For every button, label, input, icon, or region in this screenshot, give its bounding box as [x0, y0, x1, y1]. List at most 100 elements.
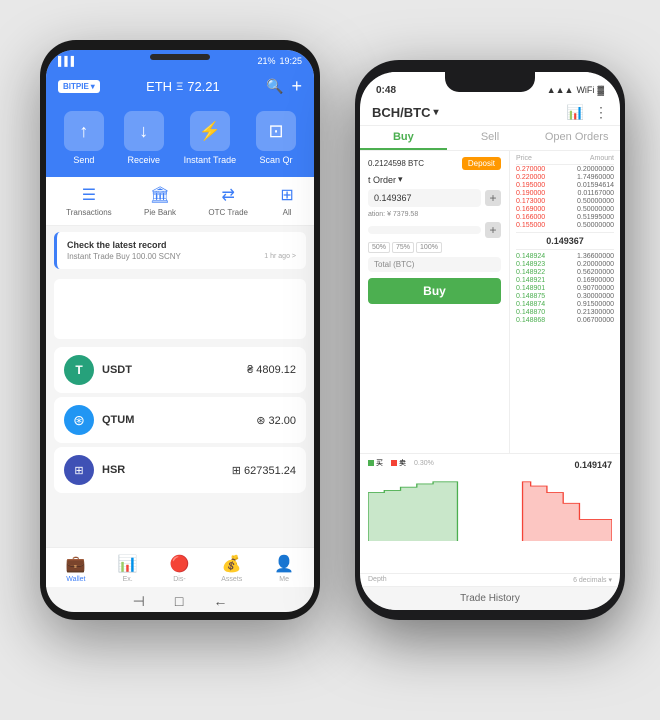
- chart-spread: 0.30%: [414, 460, 434, 467]
- me-nav-icon: 👤: [274, 554, 294, 574]
- pct-75-btn[interactable]: 75%: [392, 242, 414, 253]
- pair-text: BCH/BTC: [372, 105, 431, 120]
- all-action[interactable]: ⊞ All: [280, 185, 293, 217]
- total-row: Total (BTC): [368, 257, 501, 272]
- order-type-text: t Order: [368, 175, 396, 185]
- iphone-screen: 0:48 ▲▲▲ WiFi ▓ BCH/BTC ▾ 📊 ⋮: [360, 72, 620, 610]
- pct-100-btn[interactable]: 100%: [416, 242, 442, 253]
- send-label: Send: [73, 155, 94, 165]
- pie-bank-label: Pie Bank: [144, 208, 176, 217]
- deposit-button[interactable]: Deposit: [462, 157, 501, 170]
- transactions-action[interactable]: ☰ Transactions: [66, 185, 112, 217]
- android-status-bar: ▌▌▌ 21% 19:25: [46, 50, 314, 70]
- transactions-icon: ☰: [82, 185, 96, 205]
- pie-bank-action[interactable]: 🏛 Pie Bank: [144, 185, 176, 217]
- all-icon: ⊞: [280, 185, 293, 205]
- ob-buy-9: 0.148868 0.06700000: [516, 317, 614, 324]
- buy-dot: [368, 460, 374, 466]
- assets-nav-label: Assets: [221, 576, 242, 583]
- send-action[interactable]: ↑ Send: [64, 111, 104, 165]
- hsr-balance: ⊞ 627351.24: [232, 464, 296, 477]
- sell-dot: [391, 460, 397, 466]
- nav-me[interactable]: 👤 Me: [274, 554, 294, 583]
- notice-meta: Instant Trade Buy 100.00 SCNY 1 hr ago >: [67, 252, 296, 261]
- amount-plus-btn[interactable]: +: [485, 222, 501, 238]
- pair-arrow-icon: ▾: [434, 107, 439, 118]
- instant-trade-action[interactable]: ⚡ Instant Trade: [184, 111, 237, 165]
- legend-sell-label: 卖: [399, 458, 406, 468]
- home-button[interactable]: □: [175, 593, 183, 610]
- wallet-item-usdt[interactable]: T USDT ₴ 4809.12: [54, 347, 306, 393]
- tab-open-orders[interactable]: Open Orders: [533, 126, 620, 150]
- buy-button[interactable]: Buy: [368, 278, 501, 304]
- legend-buy-label: 买: [376, 458, 383, 468]
- wallet-item-qtum[interactable]: ⊛ QTUM ⊛ 32.00: [54, 397, 306, 443]
- order-type-arrow: ▾: [398, 174, 403, 185]
- depth-label: Depth: [368, 576, 387, 584]
- ob-buy-8: 0.148870 0.21300000: [516, 309, 614, 316]
- header-right: 🔍 +: [266, 76, 302, 97]
- pct-50-btn[interactable]: 50%: [368, 242, 390, 253]
- price-input[interactable]: 0.149367: [368, 189, 481, 207]
- usdt-icon: T: [64, 355, 94, 385]
- wallet-left-hsr: ⊞ HSR: [64, 455, 125, 485]
- depth-row[interactable]: Depth 6 decimals ▾: [360, 573, 620, 586]
- nav-assets[interactable]: 💰 Assets: [221, 554, 242, 583]
- nav-dis[interactable]: 🔴 Dis-: [169, 554, 189, 583]
- nav-ex[interactable]: 📊 Ex.: [118, 554, 138, 583]
- qtum-icon: ⊛: [64, 405, 94, 435]
- amount-input[interactable]: [368, 226, 481, 234]
- wallet-left-usdt: T USDT: [64, 355, 132, 385]
- ex-nav-icon: 📊: [118, 554, 138, 574]
- trading-pair[interactable]: BCH/BTC ▾: [372, 105, 439, 120]
- assets-nav-icon: 💰: [222, 554, 242, 574]
- percent-buttons: 50% 75% 100%: [368, 242, 501, 253]
- hsr-name: HSR: [102, 464, 125, 476]
- search-icon[interactable]: 🔍: [266, 78, 283, 95]
- price-plus-btn[interactable]: +: [485, 190, 501, 206]
- ob-buy-3: 0.148922 0.56200000: [516, 269, 614, 276]
- wallet-left-qtum: ⊛ QTUM: [64, 405, 134, 435]
- notice-banner[interactable]: Check the latest record Instant Trade Bu…: [54, 232, 306, 269]
- iphone: 0:48 ▲▲▲ WiFi ▓ BCH/BTC ▾ 📊 ⋮: [355, 60, 625, 620]
- otc-trade-action[interactable]: ⇄ OTC Trade: [208, 185, 248, 217]
- eth-symbol: ETH: [146, 79, 172, 94]
- otc-trade-label: OTC Trade: [208, 208, 248, 217]
- android-phone: ▌▌▌ 21% 19:25 BITPIE ▾ ETH Ξ 72.21: [40, 40, 320, 620]
- wallet-list: T USDT ₴ 4809.12 ⊛ QTUM ⊛ 32.00 ⊞ HSR: [46, 347, 314, 547]
- ob-sell-5: 0.173000 0.50000000: [516, 198, 614, 205]
- trade-history-button[interactable]: Trade History: [360, 586, 620, 610]
- order-type-selector[interactable]: t Order ▾: [368, 174, 501, 185]
- receive-action[interactable]: ↓ Receive: [124, 111, 164, 165]
- quick-actions: ↑ Send ↓ Receive ⚡ Instant Trade ⊡ Scan …: [46, 105, 314, 177]
- notice-time: 1 hr ago >: [264, 253, 296, 260]
- menu-icon[interactable]: ⋮: [594, 104, 608, 121]
- iphone-notch: [445, 72, 535, 92]
- chart-legend: 买 卖 0.30%: [368, 458, 434, 468]
- btc-amount: 0.2124598 BTC: [368, 159, 424, 168]
- recents-button[interactable]: ←: [213, 593, 227, 610]
- android-battery: 21%: [257, 56, 275, 66]
- scan-qr-action[interactable]: ⊡ Scan Qr: [256, 111, 296, 165]
- add-icon[interactable]: +: [291, 76, 302, 97]
- empty-space: [54, 279, 306, 339]
- bitpie-logo[interactable]: BITPIE ▾: [58, 80, 100, 93]
- depth-chart: 0.148924 0.149367: [368, 471, 612, 541]
- back-button[interactable]: ⊣: [133, 593, 145, 610]
- send-icon: ↑: [64, 111, 104, 151]
- usdt-name: USDT: [102, 364, 132, 376]
- trading-tabs: Buy Sell Open Orders: [360, 126, 620, 151]
- chart-icon[interactable]: 📊: [567, 104, 584, 121]
- tab-buy[interactable]: Buy: [360, 126, 447, 150]
- wallet-item-hsr[interactable]: ⊞ HSR ⊞ 627351.24: [54, 447, 306, 493]
- order-book: Price Amount 0.270000 0.20000000 0.22000…: [510, 151, 620, 453]
- iphone-status-icons: ▲▲▲ WiFi ▓: [547, 85, 604, 95]
- header-title: ETH Ξ 72.21: [146, 79, 220, 94]
- notice-text: Instant Trade Buy 100.00 SCNY: [67, 252, 181, 261]
- estimation-text: ation: ¥ 7379.58: [368, 211, 501, 218]
- android-time: 19:25: [279, 56, 302, 66]
- notice-title: Check the latest record: [67, 240, 296, 250]
- tab-sell[interactable]: Sell: [447, 126, 534, 150]
- hsr-icon: ⊞: [64, 455, 94, 485]
- nav-wallet[interactable]: 💼 Wallet: [66, 554, 86, 583]
